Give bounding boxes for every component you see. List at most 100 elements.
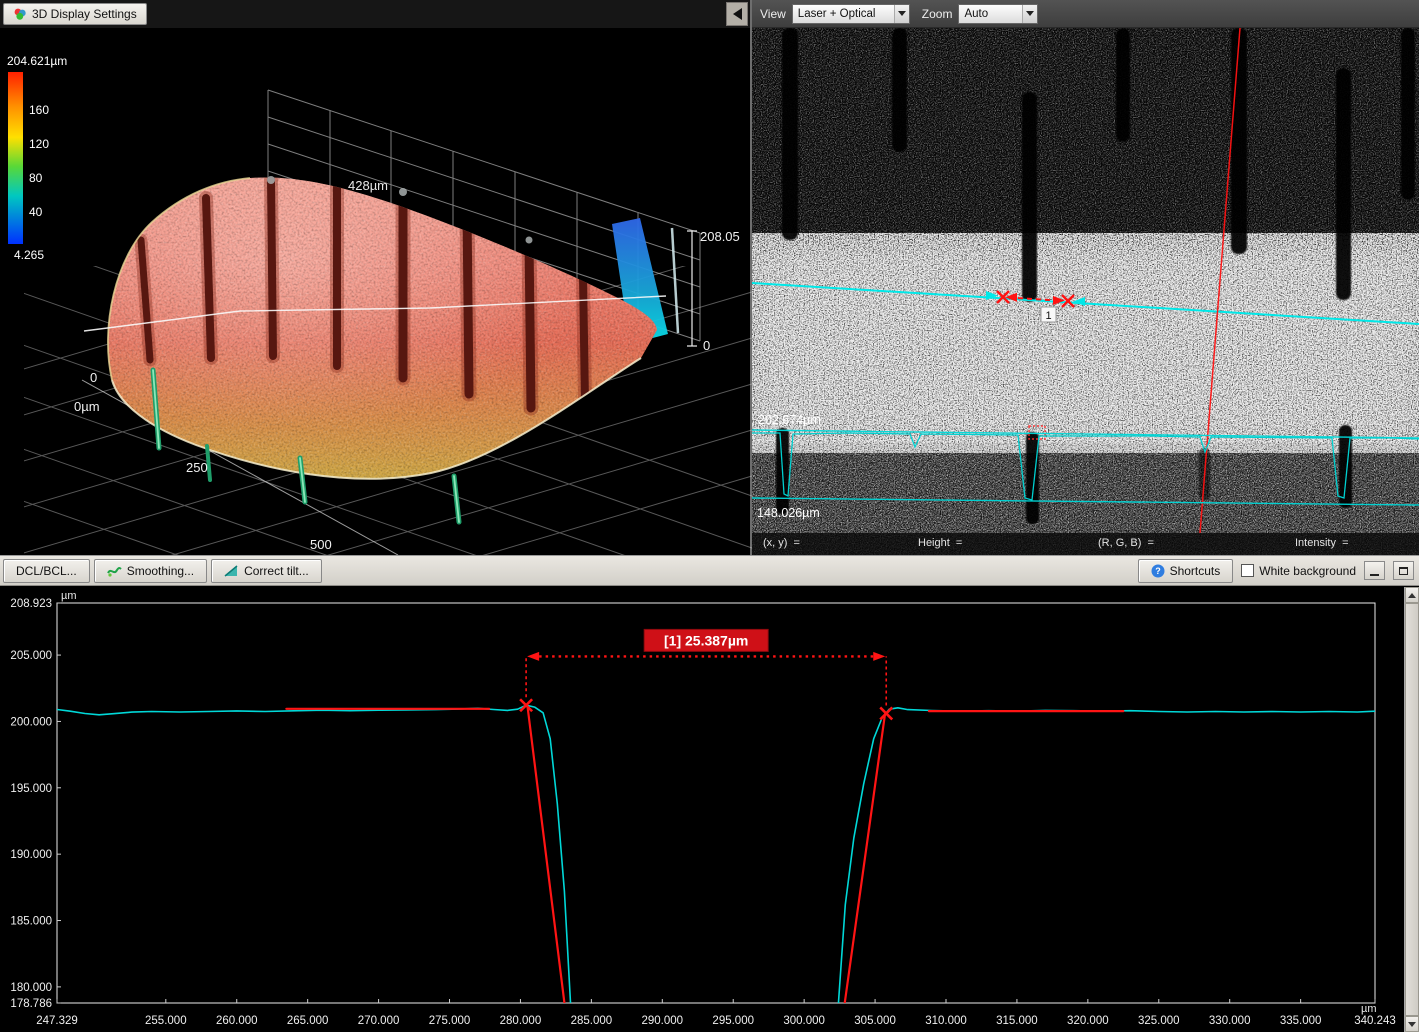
vk-analyzer-window: 3D Display Settings <box>0 0 1419 1032</box>
x-tick-label: 280.000 <box>500 1015 542 1027</box>
panel-3d-view: 3D Display Settings <box>0 0 752 555</box>
scrollbar-thumb[interactable] <box>1405 603 1419 1016</box>
correct-tilt-label: Correct tilt... <box>244 564 309 578</box>
x-tick-label: 315.000 <box>996 1015 1038 1027</box>
x-tick-label: 335.000 <box>1280 1015 1322 1027</box>
x-tick-label: 340.243 <box>1354 1015 1396 1027</box>
scroll-down-button[interactable] <box>1405 1016 1419 1032</box>
minimize-button[interactable] <box>1364 561 1385 580</box>
zoom-select[interactable]: Auto <box>958 4 1038 24</box>
colorbar-tick: 160 <box>29 103 49 117</box>
upper-height-label: 202.674µm <box>758 413 821 427</box>
x-tick-label: 330.000 <box>1209 1015 1251 1027</box>
marker-number: 1 <box>1045 310 1051 322</box>
smoothing-icon <box>107 563 122 578</box>
colorbar-max-label: 204.621µm <box>7 54 67 68</box>
x-tick-label: 260.000 <box>216 1015 258 1027</box>
y-tick-label: 205.000 <box>10 650 52 662</box>
measurement-annotation: [1] 25.387µm <box>526 629 886 705</box>
depth-axis-label: 428µm <box>348 178 388 193</box>
x-tick-label: 305.000 <box>854 1015 896 1027</box>
status-rgb: (R, G, B) = <box>1098 537 1154 549</box>
y-tick-label: 200.000 <box>10 716 52 728</box>
x-tick-label: 265.000 <box>287 1015 329 1027</box>
x-tick-label: 290.000 <box>642 1015 684 1027</box>
shortcuts-button[interactable]: ? Shortcuts <box>1138 559 1234 583</box>
scroll-up-button[interactable] <box>1405 587 1419 603</box>
white-sliver <box>672 228 678 333</box>
panel-3d-header: 3D Display Settings <box>0 0 750 28</box>
chevron-down-icon <box>1022 5 1037 23</box>
bright-band-speckle <box>752 243 1419 443</box>
maximize-button[interactable] <box>1393 561 1414 580</box>
view-select-value: Laser + Optical <box>798 8 876 20</box>
maximize-icon <box>1399 567 1408 575</box>
x-tick-label: 320.000 <box>1067 1015 1109 1027</box>
x-tick-label: 270.000 <box>358 1015 400 1027</box>
svg-text:0: 0 <box>90 370 97 385</box>
status-intensity: Intensity = <box>1295 537 1349 549</box>
y-axis-unit: µm <box>61 590 77 602</box>
height-colorbar: 204.621µm 160 120 80 40 4.265 <box>8 72 23 244</box>
lower-height-label: 148.026µm <box>757 506 820 520</box>
3d-surface-view[interactable]: 428µm <box>0 28 750 555</box>
optical-toolbar: View Laser + Optical Zoom Auto <box>752 0 1419 28</box>
svg-text:208.05: 208.05 <box>700 229 740 244</box>
x-tick-label: 247.329 <box>36 1015 78 1027</box>
x-tick-label: 255.000 <box>145 1015 187 1027</box>
series-edge-fit-right <box>837 714 885 1032</box>
minimize-icon <box>1370 574 1379 576</box>
measure-x-marker <box>520 699 532 711</box>
x-tick-label: 275.000 <box>429 1015 471 1027</box>
measure-x-marker <box>880 707 892 719</box>
profile-chart[interactable]: µm µm 208.923 205.000 200.000 195.000 190.000 1… <box>0 586 1404 1032</box>
series-height-profile <box>57 705 1375 1032</box>
toolbar-right-group: ? Shortcuts White background <box>1138 559 1416 583</box>
y-tick-label: 195.000 <box>10 783 52 795</box>
colorbar-tick: 80 <box>29 171 42 185</box>
left-triangle-icon <box>733 8 742 20</box>
white-background-toggle[interactable]: White background <box>1241 564 1356 578</box>
y-tick-label: 180.000 <box>10 982 52 994</box>
vertical-scrollbar[interactable] <box>1404 587 1419 1032</box>
profile-panel: DCL/BCL... Smoothing... Correct tilt... <box>0 555 1419 1032</box>
plot-frame <box>57 603 1375 1003</box>
down-arrow-icon <box>1408 1022 1416 1027</box>
view-label: View <box>760 7 786 21</box>
correct-tilt-button[interactable]: Correct tilt... <box>211 559 322 583</box>
x-axis-unit: µm <box>1361 1003 1377 1015</box>
colorbar-tick: 120 <box>29 137 49 151</box>
shortcuts-label: Shortcuts <box>1170 564 1221 578</box>
top-row: 3D Display Settings <box>0 0 1419 555</box>
dcl-bcl-button[interactable]: DCL/BCL... <box>3 559 90 583</box>
x-tick-label: 325.000 <box>1138 1015 1180 1027</box>
laser-optical-image[interactable]: 1 202.674µm 148.026µm (x, y) = Height = <box>752 28 1419 555</box>
white-background-checkbox[interactable] <box>1241 564 1254 577</box>
chevron-down-icon <box>894 5 909 23</box>
smoothing-button[interactable]: Smoothing... <box>94 559 207 583</box>
optical-image-canvas: 1 202.674µm 148.026µm <box>752 28 1419 555</box>
x-tick-label: 300.000 <box>783 1015 825 1027</box>
y-tick-label: 190.000 <box>10 849 52 861</box>
panel-optical-view: View Laser + Optical Zoom Auto <box>752 0 1419 555</box>
series-edge-fit-left <box>528 706 572 1032</box>
colorbar-tick: 40 <box>29 205 42 219</box>
x-tick-label: 285.000 <box>571 1015 613 1027</box>
measurement-label: [1] 25.387µm <box>664 632 748 648</box>
collapse-left-button[interactable] <box>726 2 748 26</box>
y-tick-label: 185.000 <box>10 916 52 928</box>
svg-text:0µm: 0µm <box>74 399 100 414</box>
zoom-label: Zoom <box>922 7 953 21</box>
y-tick-label: 178.786 <box>10 998 52 1010</box>
help-icon: ? <box>1151 564 1165 578</box>
tilt-icon <box>224 563 239 578</box>
y-tick-label: 208.923 <box>10 598 52 610</box>
3d-display-settings-button[interactable]: 3D Display Settings <box>3 3 147 25</box>
view-select[interactable]: Laser + Optical <box>792 4 910 24</box>
x-tick-label: 295.000 <box>712 1015 754 1027</box>
profile-chart-canvas: µm µm 208.923 205.000 200.000 195.000 190.000 1… <box>0 586 1404 1032</box>
smoothing-label: Smoothing... <box>127 564 194 578</box>
z-axis <box>687 231 697 346</box>
status-xy: (x, y) = <box>763 537 800 549</box>
profile-toolbar: DCL/BCL... Smoothing... Correct tilt... <box>0 556 1419 586</box>
